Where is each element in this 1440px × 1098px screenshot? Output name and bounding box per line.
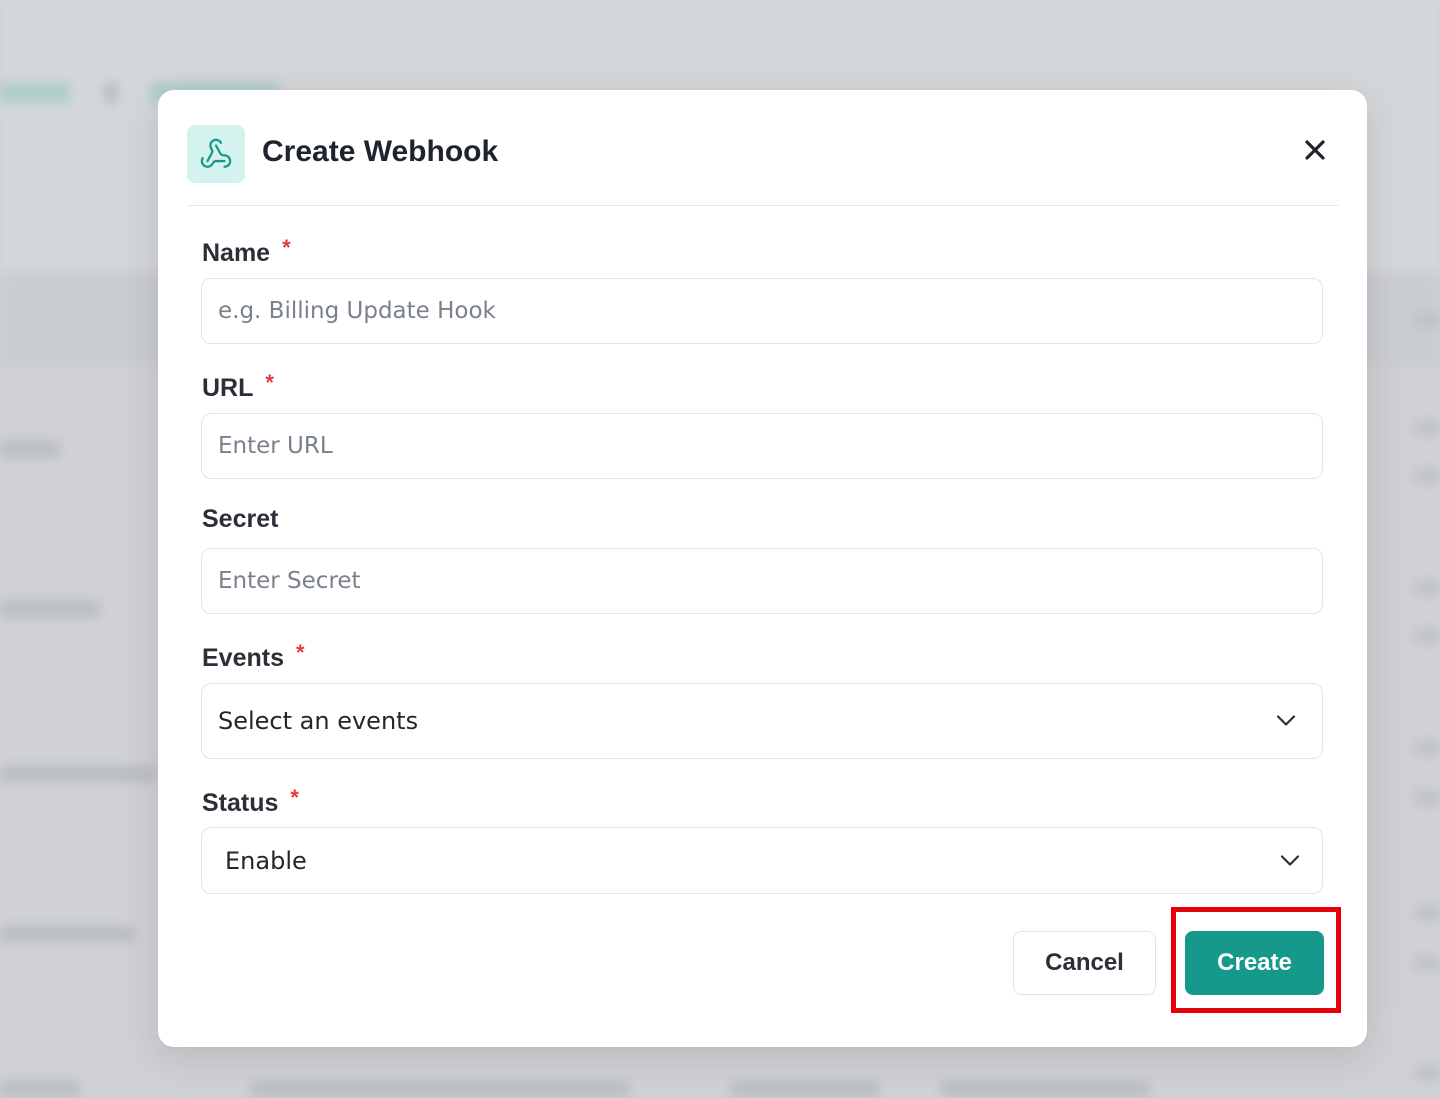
cancel-button[interactable]: Cancel [1013, 931, 1156, 995]
events-label-text: Events [202, 644, 284, 672]
secret-label-text: Secret [202, 505, 279, 533]
status-select-value: Enable [225, 846, 307, 875]
url-input[interactable] [201, 413, 1323, 479]
secret-input[interactable] [201, 548, 1323, 614]
events-select[interactable]: Select an events [201, 683, 1323, 759]
chevron-down-icon [1280, 851, 1300, 870]
name-label-text: Name [202, 239, 271, 267]
webhook-icon [187, 125, 245, 183]
modal-title: Create Webhook [262, 135, 499, 168]
modal-header: Create Webhook [187, 125, 1338, 206]
events-label: Events * [202, 640, 305, 673]
required-mark: * [265, 370, 274, 395]
status-label: Status * [202, 785, 299, 818]
url-label-text: URL [202, 374, 254, 402]
close-icon[interactable] [1300, 135, 1330, 165]
chevron-down-icon [1276, 712, 1296, 731]
name-label: Name * [202, 235, 291, 268]
create-button-highlight [1171, 907, 1341, 1013]
required-mark: * [295, 640, 305, 665]
status-select[interactable]: Enable [201, 827, 1323, 894]
create-webhook-dialog: Create Webhook Name * URL * Secret Events *… [158, 90, 1367, 1047]
url-label: URL * [202, 370, 274, 403]
required-mark: * [282, 235, 291, 260]
required-mark: * [290, 785, 299, 810]
name-input[interactable] [201, 278, 1323, 344]
secret-label: Secret [202, 505, 278, 534]
events-select-value: Select an events [218, 707, 419, 735]
status-label-text: Status [202, 789, 279, 817]
